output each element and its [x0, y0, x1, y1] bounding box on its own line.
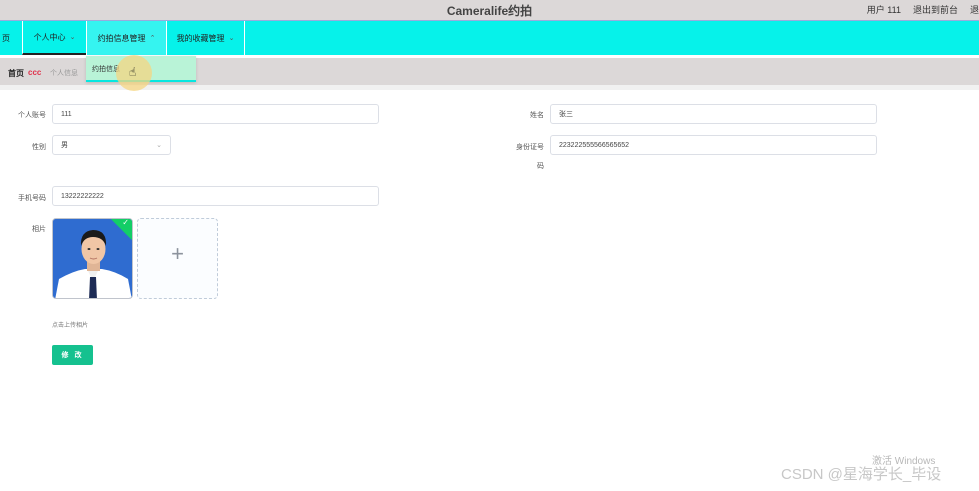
- user-label[interactable]: 用户 111: [867, 3, 901, 16]
- chevron-down-icon: ⌄: [228, 35, 235, 42]
- top-bar: Cameralife约拍 用户 111 退出到前台 退: [0, 0, 979, 20]
- nav-home-label: 页: [2, 33, 10, 43]
- main-navbar: 页 个人中心 ⌄ 约拍信息管理 ⌃ 我的收藏管理 ⌄: [0, 20, 979, 55]
- photo-label: 相片: [32, 226, 46, 233]
- phone-field[interactable]: 13222222222: [52, 186, 379, 206]
- account-label: 个人账号: [18, 112, 46, 119]
- nav-favorites-management[interactable]: 我的收藏管理 ⌄: [166, 21, 245, 55]
- check-icon: ✓: [122, 218, 129, 227]
- name-field[interactable]: 张三: [550, 104, 877, 124]
- id-number-value: 223222555566565652: [559, 141, 630, 149]
- nav-appointment-label: 约拍信息管理: [97, 33, 146, 43]
- gender-value: 男: [61, 142, 68, 149]
- hand-pointer-icon: ☝: [129, 65, 137, 79]
- breadcrumb-divider: [0, 85, 979, 90]
- gender-label: 性别: [32, 144, 46, 151]
- exit-to-frontend-link[interactable]: 退出到前台: [913, 3, 958, 16]
- phone-value: 13222222222: [61, 192, 104, 200]
- uploaded-photo[interactable]: ✓: [52, 218, 133, 299]
- chevron-down-icon: ⌄: [156, 142, 162, 149]
- app-title: Cameralife约拍: [446, 4, 533, 18]
- account-value: 111: [61, 110, 72, 118]
- breadcrumb-home[interactable]: 首页: [8, 68, 24, 79]
- id-number-field[interactable]: 223222555566565652: [550, 135, 877, 155]
- csdn-watermark: CSDN @星海学长_毕设: [781, 466, 942, 483]
- upload-photo-button[interactable]: +: [137, 218, 218, 299]
- nav-appointment-management[interactable]: 约拍信息管理 ⌃: [86, 21, 166, 55]
- top-right-links: 用户 111 退出到前台 退: [867, 3, 979, 16]
- nav-favorites-label: 我的收藏管理: [176, 33, 225, 43]
- nav-personal-label: 个人中心: [33, 32, 66, 42]
- name-value: 张三: [559, 111, 573, 118]
- phone-label: 手机号码: [18, 195, 46, 202]
- chevron-up-icon: ⌃: [149, 35, 156, 42]
- gender-select[interactable]: 男 ⌄: [52, 135, 171, 155]
- nav-home[interactable]: 页: [0, 21, 18, 55]
- nav-personal-center[interactable]: 个人中心 ⌄: [22, 21, 86, 55]
- id-number-label-cont: 码: [537, 163, 544, 170]
- id-number-label: 身份证号: [516, 144, 544, 151]
- breadcrumb-current: 个人信息: [50, 70, 78, 77]
- logout-link[interactable]: 退: [970, 3, 979, 16]
- modify-button[interactable]: 修 改: [52, 345, 93, 365]
- account-field[interactable]: 111: [52, 104, 379, 124]
- upload-hint: 点击上传相片: [52, 323, 89, 329]
- name-label: 姓名: [530, 112, 544, 119]
- chevron-down-icon: ⌄: [69, 34, 76, 41]
- portrait-image: [53, 219, 132, 298]
- breadcrumb-separator: ccc: [28, 68, 42, 77]
- plus-icon: +: [171, 241, 184, 266]
